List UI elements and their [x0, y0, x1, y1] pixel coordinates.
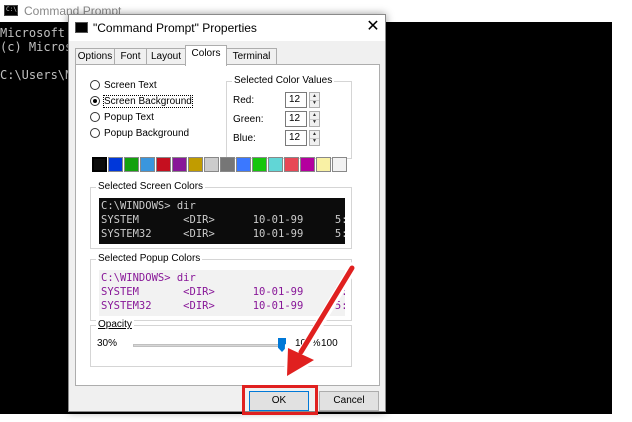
color-swatch[interactable] [172, 157, 187, 172]
spin-down-icon[interactable]: ▼ [310, 138, 319, 145]
radio-label: Popup Background [104, 127, 190, 139]
blue-row: Blue: 12 ▲ ▼ [233, 130, 343, 148]
screen-colors-preview: C:\WINDOWS> dir SYSTEM <DIR> 10-01-99 5:… [99, 198, 345, 244]
popup-colors-preview: C:\WINDOWS> dir SYSTEM <DIR> 10-01-99 5:… [99, 270, 345, 316]
red-row: Red: 12 ▲ ▼ [233, 92, 343, 110]
tab-terminal[interactable]: Terminal [226, 48, 277, 64]
color-swatch[interactable] [300, 157, 315, 172]
radio-button[interactable] [90, 128, 100, 138]
color-swatch[interactable] [92, 157, 107, 172]
selected-color-values-group: Selected Color Values Red: 12 ▲ ▼ Green: … [226, 75, 352, 159]
color-swatch[interactable] [316, 157, 331, 172]
color-swatch[interactable] [284, 157, 299, 172]
radio-label: Screen Text [104, 79, 157, 91]
group-title: Selected Screen Colors [96, 181, 206, 192]
preview-line: C:\WINDOWS> dir [101, 272, 196, 284]
radio-button[interactable] [90, 96, 100, 106]
group-title: Selected Popup Colors [96, 253, 203, 264]
opacity-row: 30% 100% 100 [97, 332, 347, 356]
preview-line: C:\WINDOWS> dir [101, 200, 196, 212]
color-swatch[interactable] [268, 157, 283, 172]
console-app-icon [4, 5, 18, 16]
color-swatch[interactable] [332, 157, 347, 172]
dialog-title: "Command Prompt" Properties [93, 21, 257, 35]
opacity-min-label: 30% [97, 338, 118, 349]
color-swatch[interactable] [188, 157, 203, 172]
spin-down-icon[interactable]: ▼ [310, 100, 319, 107]
dialog-titlebar[interactable]: "Command Prompt" Properties ✕ [69, 15, 385, 41]
preview-line: SYSTEM32 <DIR> 10-01-99 5:0 [101, 300, 345, 312]
spin-down-icon[interactable]: ▼ [310, 119, 319, 126]
tab-options[interactable]: Options [75, 48, 115, 64]
cancel-button[interactable]: Cancel [319, 391, 379, 411]
opacity-max-label: 100% [295, 338, 321, 349]
close-icon[interactable]: ✕ [365, 18, 381, 36]
opacity-slider-track[interactable] [133, 344, 285, 347]
tab-colors[interactable]: Colors [185, 45, 227, 66]
radio-popup-background[interactable]: Popup Background [90, 126, 189, 140]
page-margin [612, 22, 632, 422]
group-title: Opacity [96, 319, 134, 330]
tab-layout[interactable]: Layout [146, 48, 186, 64]
blue-label: Blue: [233, 133, 256, 144]
blue-spinner[interactable]: ▲ ▼ [309, 130, 320, 146]
opacity-group: Opacity 30% 100% 100 [90, 319, 352, 367]
color-swatch[interactable] [140, 157, 155, 172]
color-swatch[interactable] [108, 157, 123, 172]
console-app-icon [75, 22, 88, 33]
tab-strip: Options Font Layout Colors Terminal [75, 45, 381, 66]
radio-label: Popup Text [104, 111, 154, 123]
green-input[interactable]: 12 [285, 111, 307, 127]
radio-button[interactable] [90, 112, 100, 122]
color-swatch[interactable] [252, 157, 267, 172]
red-label: Red: [233, 95, 255, 106]
green-row: Green: 12 ▲ ▼ [233, 111, 343, 129]
radio-label: Screen Background [103, 94, 193, 108]
color-swatch[interactable] [156, 157, 171, 172]
green-spinner[interactable]: ▲ ▼ [309, 111, 320, 127]
tab-font[interactable]: Font [114, 48, 147, 64]
colors-panel: Screen Text Screen Background Popup Text… [75, 64, 380, 386]
preview-line: SYSTEM <DIR> 10-01-99 5:00 [101, 214, 345, 226]
page-margin-bottom [0, 414, 632, 422]
preview-line: SYSTEM32 <DIR> 10-01-99 5:00 [101, 228, 345, 240]
preview-line: SYSTEM <DIR> 10-01-99 5:0 [101, 286, 345, 298]
selected-screen-colors-group: Selected Screen Colors C:\WINDOWS> dir S… [90, 181, 352, 249]
radio-screen-background[interactable]: Screen Background [90, 94, 193, 108]
radio-screen-text[interactable]: Screen Text [90, 78, 157, 92]
color-swatch[interactable] [124, 157, 139, 172]
color-swatch[interactable] [236, 157, 251, 172]
opacity-slider-thumb[interactable] [278, 338, 286, 352]
radio-button[interactable] [90, 80, 100, 90]
red-spinner[interactable]: ▲ ▼ [309, 92, 320, 108]
properties-dialog: "Command Prompt" Properties ✕ Options Fo… [68, 14, 386, 412]
color-palette [92, 157, 350, 173]
color-swatch[interactable] [204, 157, 219, 172]
color-swatch[interactable] [220, 157, 235, 172]
opacity-value[interactable]: 100 [321, 338, 338, 349]
selected-popup-colors-group: Selected Popup Colors C:\WINDOWS> dir SY… [90, 253, 352, 321]
red-input[interactable]: 12 [285, 92, 307, 108]
radio-popup-text[interactable]: Popup Text [90, 110, 154, 124]
blue-input[interactable]: 12 [285, 130, 307, 146]
green-label: Green: [233, 114, 264, 125]
ok-highlight-box [242, 385, 318, 415]
group-title: Selected Color Values [232, 75, 335, 86]
